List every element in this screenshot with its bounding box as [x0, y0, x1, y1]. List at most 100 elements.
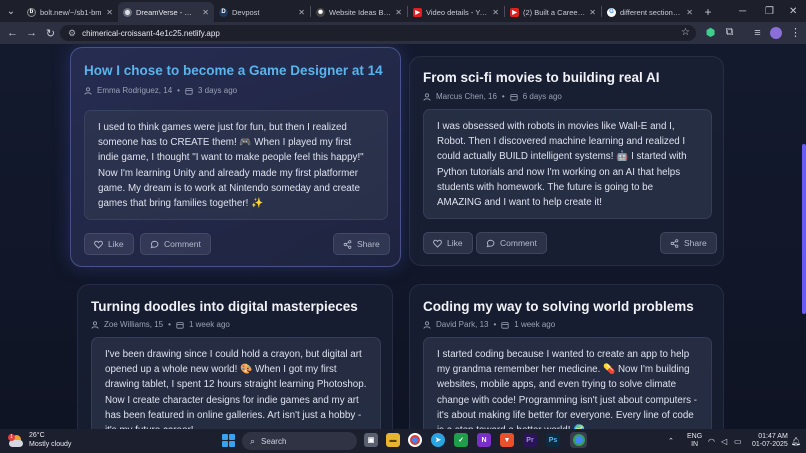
- minimize-button[interactable]: ─: [739, 0, 746, 22]
- share-button[interactable]: Share: [660, 232, 717, 254]
- reload-icon[interactable]: ↻: [41, 24, 60, 43]
- meta-separator: •: [177, 86, 180, 95]
- premiere-icon[interactable]: Pr: [523, 433, 537, 447]
- tab-devpost[interactable]: D Devpost ✕: [214, 2, 310, 22]
- task-view-icon[interactable]: ▣: [364, 433, 378, 447]
- new-tab-button[interactable]: +: [698, 2, 718, 22]
- story-time: 1 week ago: [188, 320, 230, 329]
- excel-icon[interactable]: ✓: [454, 433, 468, 447]
- close-icon[interactable]: ✕: [298, 8, 305, 17]
- brave-icon[interactable]: ▼: [500, 433, 514, 447]
- share-label: Share: [357, 239, 380, 249]
- tab-title: Video details - YouTu: [426, 7, 488, 17]
- onenote-icon[interactable]: N: [477, 433, 491, 447]
- user-icon: [423, 92, 431, 101]
- weather-badge: 1: [8, 433, 15, 441]
- comment-label: Comment: [164, 239, 201, 249]
- taskbar-search[interactable]: ⌕ Search: [242, 432, 357, 450]
- close-window-button[interactable]: ✕: [789, 0, 797, 22]
- story-title: Coding my way to solving world problems: [423, 299, 694, 314]
- lang-bottom: IN: [691, 441, 699, 448]
- tab-website-ideas[interactable]: ✺ Website Ideas Brains ✕: [311, 2, 407, 22]
- youtube-icon: ▶: [510, 7, 519, 17]
- notification-bell-icon[interactable]: 🔔︎: [791, 429, 801, 453]
- close-icon[interactable]: ✕: [106, 8, 113, 17]
- forward-icon[interactable]: →: [22, 24, 41, 43]
- devpost-icon: D: [219, 7, 228, 17]
- wifi-icon[interactable]: ◠: [708, 429, 715, 453]
- google-icon: G: [607, 7, 616, 17]
- tab-video-details[interactable]: ▶ Video details - YouTu ✕: [408, 2, 504, 22]
- calendar-icon: [510, 93, 518, 101]
- volume-icon[interactable]: ◁: [721, 429, 727, 453]
- story-meta: Marcus Chen, 16 • 6 days ago: [423, 92, 562, 101]
- extension-icon[interactable]: ⬢: [701, 23, 720, 42]
- tab-bolt[interactable]: b bolt.new/~/sb1-bm ✕: [22, 2, 118, 22]
- bolt-icon: b: [27, 7, 36, 17]
- story-body: I started coding because I wanted to cre…: [423, 337, 712, 429]
- battery-icon[interactable]: ▭: [734, 429, 742, 453]
- weather-temp: 26°C: [29, 432, 45, 439]
- tab-dreamverse[interactable]: ◍ DreamVerse - Where ✕: [118, 2, 214, 22]
- close-icon[interactable]: ✕: [202, 8, 209, 17]
- like-button[interactable]: Like: [423, 232, 473, 254]
- tab-search-icon[interactable]: ⌄: [0, 0, 22, 22]
- comment-icon: [486, 239, 495, 247]
- like-label: Like: [108, 239, 124, 249]
- calendar-icon: [501, 321, 509, 329]
- tab-title: Website Ideas Brains: [329, 7, 391, 17]
- story-card: How I chose to become a Game Designer at…: [70, 47, 401, 267]
- share-button[interactable]: Share: [333, 233, 390, 255]
- globe-icon: ◍: [123, 7, 132, 17]
- close-icon[interactable]: ✕: [395, 8, 402, 17]
- clock[interactable]: 01:47 AM 01-07-2025: [752, 429, 788, 453]
- tab-built-career[interactable]: ▶ (2) Built a Career Bu ✕: [505, 2, 601, 22]
- page-scrollbar[interactable]: [802, 144, 806, 314]
- like-button[interactable]: Like: [84, 233, 134, 255]
- chrome-icon[interactable]: [408, 433, 422, 447]
- story-body: I was obsessed with robots in movies lik…: [423, 109, 712, 219]
- comment-button[interactable]: Comment: [140, 233, 211, 255]
- browser-toolbar: ← → ↻ ⚙ chimerical-croissant-4e1c25.netl…: [0, 22, 806, 44]
- tab-title: Devpost: [232, 7, 260, 17]
- close-icon[interactable]: ✕: [492, 8, 499, 17]
- meta-separator: •: [493, 320, 497, 329]
- story-card: Coding my way to solving world problems …: [409, 284, 724, 429]
- youtube-icon: ▶: [413, 7, 422, 17]
- start-button[interactable]: [222, 434, 235, 447]
- meta-separator: •: [168, 320, 171, 329]
- tab-different-sections[interactable]: G different sections in ✕: [602, 2, 698, 22]
- menu-kebab-icon[interactable]: ⋮: [786, 23, 805, 42]
- user-icon: [84, 86, 92, 95]
- tab-title: (2) Built a Career Bu: [523, 7, 586, 17]
- weather-widget[interactable]: 1 26°C Mostly cloudy: [8, 432, 71, 449]
- photoshop-icon[interactable]: Ps: [546, 433, 560, 447]
- media-control-icon[interactable]: ≡: [748, 23, 767, 42]
- tab-strip: ⌄ b bolt.new/~/sb1-bm ✕ ◍ DreamVerse - W…: [0, 0, 806, 22]
- language-indicator[interactable]: ENG IN: [687, 429, 702, 453]
- like-label: Like: [447, 238, 463, 248]
- story-author: Zoe Williams, 15: [104, 320, 164, 329]
- user-icon: [423, 320, 431, 329]
- extensions-puzzle-icon[interactable]: ⧉: [720, 23, 739, 42]
- profile-avatar[interactable]: [766, 23, 785, 42]
- file-explorer-icon[interactable]: ▬: [386, 433, 400, 447]
- chrome-active-icon[interactable]: [570, 432, 587, 448]
- close-icon[interactable]: ✕: [589, 8, 596, 17]
- telegram-icon[interactable]: ➤: [431, 433, 445, 447]
- tab-title: different sections in: [620, 7, 683, 17]
- tab-title: bolt.new/~/sb1-bm: [40, 7, 102, 17]
- close-icon[interactable]: ✕: [686, 8, 693, 17]
- bookmark-star-icon[interactable]: ☆: [681, 27, 690, 38]
- address-bar[interactable]: ⚙ chimerical-croissant-4e1c25.netlify.ap…: [60, 25, 696, 41]
- share-icon: [670, 238, 679, 248]
- tray-overflow-icon[interactable]: ⌃: [668, 429, 674, 453]
- lang-top: ENG: [687, 433, 703, 440]
- weather-desc: Mostly cloudy: [29, 440, 72, 448]
- maximize-button[interactable]: ❐: [765, 0, 774, 22]
- share-label: Share: [684, 238, 707, 248]
- site-info-icon[interactable]: ⚙: [68, 28, 76, 39]
- back-icon[interactable]: ←: [3, 24, 22, 43]
- comment-button[interactable]: Comment: [476, 232, 547, 254]
- meta-separator: •: [501, 92, 505, 101]
